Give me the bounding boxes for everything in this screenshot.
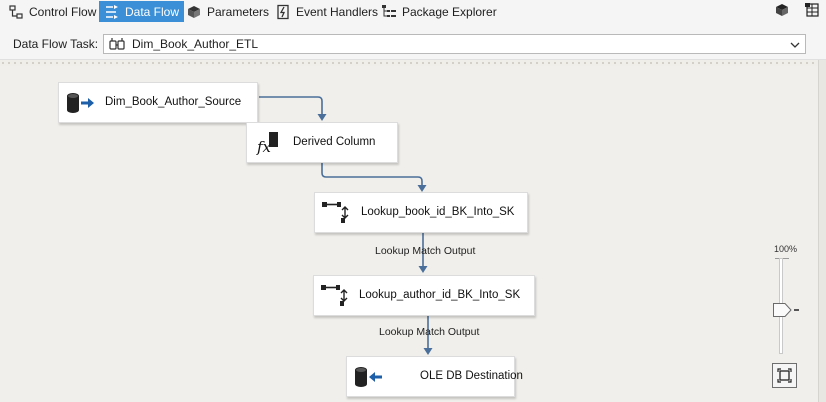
- toolbar-right-icons: [774, 2, 820, 18]
- variables-grid-icon[interactable]: [804, 2, 820, 18]
- tab-parameters-label: Parameters: [207, 4, 270, 19]
- lookup-book-component[interactable]: Lookup_book_id_BK_Into_SK: [314, 192, 528, 233]
- lookup-author-component[interactable]: Lookup_author_id_BK_Into_SK: [313, 275, 535, 316]
- lookup-icon: [320, 284, 350, 308]
- tab-event-handlers[interactable]: Event Handlers: [270, 1, 383, 22]
- svg-text:fx: fx: [256, 138, 272, 155]
- lookup-author-path-label[interactable]: Lookup Match Output: [379, 326, 479, 338]
- zoom-to-fit-icon: [777, 368, 792, 383]
- zoom-slider-mark: [794, 309, 799, 311]
- data-flow-task-select[interactable]: Dim_Book_Author_ETL: [103, 34, 806, 54]
- tab-parameters[interactable]: Parameters: [181, 1, 274, 22]
- source-component-label: Dim_Book_Author_Source: [105, 96, 242, 108]
- zoom-slider-thumb[interactable]: [773, 303, 797, 317]
- source-component[interactable]: Dim_Book_Author_Source: [58, 82, 258, 123]
- lookup-author-label: Lookup_author_id_BK_Into_SK: [359, 289, 521, 301]
- tab-control-flow[interactable]: Control Flow: [3, 1, 101, 22]
- source-database-icon: [65, 91, 95, 115]
- derived-column-label: Derived Column: [293, 136, 376, 148]
- data-flow-icon: [104, 4, 120, 20]
- designer-tab-bar: Control Flow Data Flow Parameters Event …: [0, 0, 826, 24]
- package-explorer-icon: [381, 4, 397, 20]
- data-flow-task-icon: [109, 37, 125, 51]
- destination-component[interactable]: OLE DB Destination: [346, 356, 523, 397]
- tab-event-handlers-label: Event Handlers: [296, 4, 379, 19]
- vertical-scrollbar[interactable]: [818, 60, 826, 402]
- data-flow-task-row: Data Flow Task: Dim_Book_Author_ETL: [0, 24, 826, 60]
- package-icon[interactable]: [774, 2, 790, 18]
- zoom-percentage: 100%: [774, 244, 798, 254]
- chevron-down-icon[interactable]: [790, 39, 800, 49]
- data-flow-task-label: Data Flow Task:: [13, 37, 99, 51]
- tab-package-explorer-label: Package Explorer: [402, 4, 497, 19]
- derived-column-fx-icon: fx: [253, 131, 283, 156]
- lookup-icon: [321, 201, 351, 225]
- data-flow-task-value: Dim_Book_Author_ETL: [132, 37, 259, 51]
- lookup-book-path-label[interactable]: Lookup Match Output: [375, 245, 475, 257]
- destination-database-icon: [353, 365, 383, 389]
- derived-column-component[interactable]: fx Derived Column: [246, 122, 398, 163]
- control-flow-icon: [8, 4, 24, 20]
- tab-data-flow-label: Data Flow: [125, 4, 180, 19]
- tab-data-flow[interactable]: Data Flow: [99, 1, 185, 22]
- tab-package-explorer[interactable]: Package Explorer: [376, 1, 502, 22]
- parameters-icon: [186, 4, 202, 20]
- event-handlers-icon: [275, 4, 291, 20]
- destination-component-label: OLE DB Destination: [420, 370, 523, 382]
- lookup-book-label: Lookup_book_id_BK_Into_SK: [361, 206, 515, 218]
- zoom-to-fit-button[interactable]: [772, 363, 797, 388]
- tab-control-flow-label: Control Flow: [29, 4, 97, 19]
